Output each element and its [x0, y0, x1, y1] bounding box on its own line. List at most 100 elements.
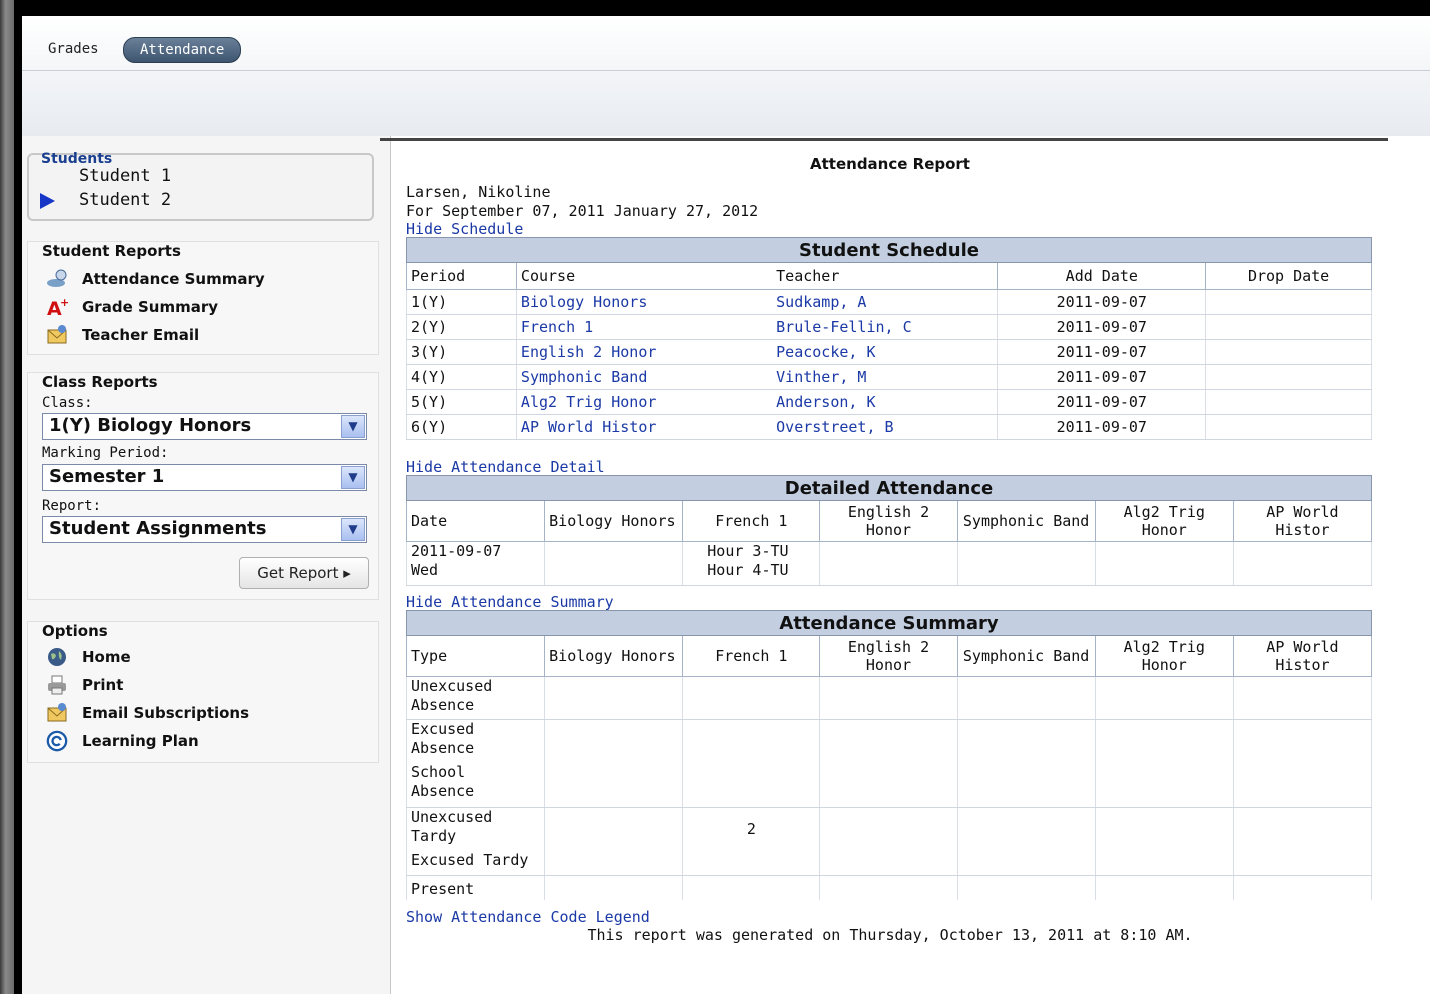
- drop-date-cell: [1205, 364, 1372, 390]
- student-reports-title: Student Reports: [42, 242, 181, 260]
- class-reports-title: Class Reports: [42, 373, 158, 391]
- column-header: Alg2 Trig Honor: [1094, 500, 1234, 542]
- add-date-cell: 2011-09-07: [997, 364, 1207, 390]
- column-header: French 1: [682, 635, 821, 677]
- schedule-table: Student Schedule Period Course Teacher A…: [406, 237, 1372, 440]
- table-cell: 2011-09-07 Wed: [405, 541, 546, 586]
- home-link[interactable]: Home: [46, 644, 131, 670]
- detail-date: 2011-09-07: [411, 542, 502, 560]
- teacher-email-label: Teacher Email: [82, 326, 200, 344]
- table-cell: [682, 676, 821, 720]
- grade-icon: A +: [46, 296, 68, 318]
- class-label: Class:: [42, 395, 93, 411]
- summary-type: Present: [405, 875, 546, 900]
- attendance-summary-label: Attendance Summary: [82, 270, 265, 288]
- column-header: Course: [515, 262, 773, 290]
- teacher-link[interactable]: Overstreet, B: [772, 414, 999, 440]
- course-link[interactable]: English 2 Honor: [515, 339, 773, 365]
- email-subscriptions-label: Email Subscriptions: [82, 704, 250, 722]
- print-link[interactable]: Print: [46, 672, 123, 698]
- column-header: Period: [406, 262, 517, 290]
- course-link[interactable]: AP World Histor: [515, 414, 773, 440]
- drop-date-cell: [1205, 289, 1372, 315]
- marking-period-value: Semester 1: [49, 466, 165, 487]
- table-cell: [682, 719, 821, 808]
- table-row: 6(Y) AP World Histor Overstreet, B 2011-09-…: [406, 414, 1372, 440]
- period-cell: 1(Y): [406, 289, 517, 315]
- add-date-cell: 2011-09-07: [997, 314, 1207, 340]
- column-header: Biology Honors: [544, 635, 684, 677]
- course-link[interactable]: French 1: [515, 314, 773, 340]
- table-cell: [1094, 719, 1234, 808]
- grade-summary-link[interactable]: A + Grade Summary: [46, 294, 218, 320]
- generated-note: This report was generated on Thursday, O…: [587, 926, 1193, 944]
- table-cell: [544, 541, 684, 586]
- course-link[interactable]: Alg2 Trig Honor: [515, 389, 773, 415]
- email-subscriptions-link[interactable]: Email Subscriptions: [46, 700, 249, 726]
- period-cell: 5(Y): [406, 389, 517, 415]
- app-window: Grades Attendance Students Student 1 Stu…: [22, 16, 1430, 994]
- teacher-link[interactable]: Brule-Fellin, C: [772, 314, 999, 340]
- table-cell: [819, 875, 958, 900]
- window-frame-top: [0, 0, 1430, 10]
- student-item-1[interactable]: Student 1: [79, 166, 171, 186]
- table-cell: [1232, 676, 1373, 720]
- options-section: Options Home Print Email Subscriptions L…: [27, 621, 379, 763]
- table-cell: [1232, 807, 1373, 876]
- teacher-link[interactable]: Sudkamp, A: [772, 289, 999, 315]
- column-header: Type: [405, 635, 546, 677]
- column-header: Symphonic Band: [956, 500, 1096, 542]
- table-cell: [956, 807, 1096, 876]
- class-select[interactable]: 1(Y) Biology Honors ▼: [42, 413, 367, 440]
- marking-period-select[interactable]: Semester 1 ▼: [42, 464, 367, 491]
- column-header: French 1: [682, 500, 821, 542]
- teacher-email-link[interactable]: Teacher Email: [46, 322, 199, 348]
- course-link[interactable]: Biology Honors: [515, 289, 773, 315]
- students-title: Students: [41, 151, 113, 167]
- table-row: 4(Y) Symphonic Band Vinther, M 2011-09-07: [406, 364, 1372, 390]
- student-name: Larsen, Nikoline: [406, 183, 551, 201]
- detail-table: Detailed Attendance Date Biology Honors …: [405, 475, 1373, 586]
- student-reports-section: Student Reports Attendance Summary A + Gr…: [27, 241, 379, 355]
- table-cell: [956, 676, 1096, 720]
- report-select[interactable]: Student Assignments ▼: [42, 516, 367, 543]
- column-header: Date: [405, 500, 546, 542]
- show-legend-link[interactable]: Show Attendance Code Legend: [406, 908, 650, 926]
- teacher-link[interactable]: Vinther, M: [772, 364, 999, 390]
- summary-type: Unexcused Absence: [405, 676, 546, 720]
- period-cell: 4(Y): [406, 364, 517, 390]
- column-header: English 2 Honor: [819, 500, 958, 542]
- chevron-down-icon[interactable]: ▼: [341, 466, 365, 489]
- drop-date-cell: [1205, 314, 1372, 340]
- learning-plan-link[interactable]: Learning Plan: [46, 728, 199, 754]
- hide-schedule-link[interactable]: Hide Schedule: [406, 220, 523, 238]
- table-row: 1(Y) Biology Honors Sudkamp, A 2011-09-07: [406, 289, 1372, 315]
- get-report-button[interactable]: Get Report ▸: [239, 557, 369, 589]
- table-cell: Unexcused Tardy Excused Tardy: [405, 807, 546, 876]
- hide-attendance-detail-link[interactable]: Hide Attendance Detail: [406, 458, 605, 476]
- class-select-value: 1(Y) Biology Honors: [49, 415, 252, 436]
- chevron-down-icon[interactable]: ▼: [341, 415, 365, 438]
- table-row: 5(Y) Alg2 Trig Honor Anderson, K 2011-09-07: [406, 389, 1372, 415]
- report-content: Attendance Report Larsen, Nikoline For S…: [390, 141, 1430, 994]
- chevron-down-icon[interactable]: ▼: [341, 518, 365, 541]
- student-item-2[interactable]: Student 2: [79, 190, 171, 210]
- teacher-link[interactable]: Anderson, K: [772, 389, 999, 415]
- table-cell: Hour 3-TU Hour 4-TU: [682, 541, 821, 586]
- window-frame-left: [0, 0, 14, 994]
- summary-tardy-french: 2: [682, 807, 821, 876]
- learning-plan-icon: [46, 730, 68, 752]
- attendance-summary-link[interactable]: Attendance Summary: [46, 266, 265, 292]
- globe-icon: [46, 646, 68, 668]
- date-range: For September 07, 2011 January 27, 2012: [406, 202, 759, 220]
- table-cell: [544, 875, 684, 900]
- teacher-link[interactable]: Peacocke, K: [772, 339, 999, 365]
- hide-attendance-summary-link[interactable]: Hide Attendance Summary: [406, 593, 614, 611]
- tab-attendance[interactable]: Attendance: [123, 37, 242, 63]
- column-header: Drop Date: [1205, 262, 1372, 290]
- students-panel: Students Student 1 Student 2: [27, 151, 374, 221]
- table-cell: [544, 676, 684, 720]
- column-header: Teacher: [772, 262, 999, 290]
- tab-grades[interactable]: Grades: [48, 37, 99, 61]
- course-link[interactable]: Symphonic Band: [515, 364, 773, 390]
